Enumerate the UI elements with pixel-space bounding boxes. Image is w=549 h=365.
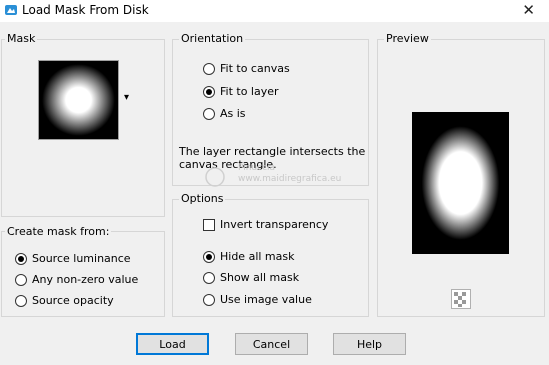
preview-image [412, 112, 509, 254]
radio-indicator [15, 294, 27, 307]
orientation-label: Orientation [179, 32, 246, 45]
radio-indicator [203, 250, 215, 263]
radio-fit-to-canvas[interactable]: Fit to canvas [203, 62, 290, 75]
radio-label: Fit to layer [220, 85, 279, 98]
checkbox-indicator [203, 218, 215, 231]
radio-indicator [203, 107, 215, 120]
watermark-line-1: Pinuccia [238, 163, 276, 173]
radio-label: Use image value [220, 293, 312, 306]
radio-as-is[interactable]: As is [203, 107, 246, 120]
radio-source-opacity[interactable]: Source opacity [15, 294, 114, 307]
radio-indicator [15, 252, 27, 265]
mask-thumbnail[interactable] [38, 60, 119, 140]
radio-label: Source luminance [32, 252, 131, 265]
radio-label: Hide all mask [220, 250, 295, 263]
radio-indicator [203, 85, 215, 98]
load-button[interactable]: Load [136, 333, 209, 355]
radio-source-luminance[interactable]: Source luminance [15, 252, 131, 265]
radio-fit-to-layer[interactable]: Fit to layer [203, 85, 279, 98]
window-title: Load Mask From Disk [22, 3, 149, 17]
options-label: Options [179, 192, 226, 205]
radio-any-non-zero[interactable]: Any non-zero value [15, 273, 138, 286]
radio-label: Fit to canvas [220, 62, 290, 75]
cancel-button[interactable]: Cancel [235, 333, 308, 355]
radio-indicator [203, 62, 215, 75]
watermark: Pinuccia www.maidiregrafica.eu [200, 163, 341, 185]
invert-transparency-checkbox[interactable]: Invert transparency [203, 218, 328, 231]
radio-label: As is [220, 107, 246, 120]
close-icon[interactable]: ✕ [522, 1, 535, 19]
radio-label: Show all mask [220, 271, 300, 284]
transparency-toggle-icon[interactable] [451, 289, 471, 309]
radio-indicator [203, 293, 215, 306]
create-mask-label: Create mask from: [5, 225, 112, 238]
mask-dropdown-icon[interactable]: ▾ [124, 92, 129, 103]
info-line-1: The layer rectangle intersects the [179, 145, 366, 158]
radio-label: Any non-zero value [32, 273, 139, 286]
radio-hide-all-mask[interactable]: Hide all mask [203, 250, 294, 263]
help-button[interactable]: Help [333, 333, 406, 355]
radio-use-image-value[interactable]: Use image value [203, 293, 312, 306]
radio-indicator [15, 273, 27, 286]
radio-indicator [203, 271, 215, 284]
watermark-line-2: www.maidiregrafica.eu [238, 174, 342, 184]
preview-label: Preview [384, 32, 431, 45]
radio-label: Source opacity [32, 294, 114, 307]
radio-show-all-mask[interactable]: Show all mask [203, 271, 299, 284]
app-icon [5, 5, 17, 15]
title-bar: Load Mask From Disk ✕ [0, 0, 549, 22]
mask-group-label: Mask [5, 32, 38, 45]
checkbox-label: Invert transparency [220, 218, 329, 231]
